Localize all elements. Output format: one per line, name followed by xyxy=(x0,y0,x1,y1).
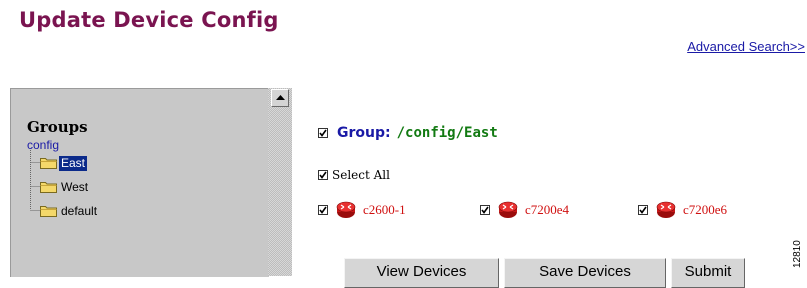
device-checkbox[interactable] xyxy=(480,205,490,215)
device-checkbox[interactable] xyxy=(318,205,328,215)
advanced-search-link[interactable]: Advanced Search>> xyxy=(687,39,805,54)
view-devices-button[interactable]: View Devices xyxy=(344,258,499,288)
tree-item-label: default xyxy=(61,203,98,218)
device-name[interactable]: c7200e6 xyxy=(683,202,727,218)
folder-icon xyxy=(40,182,57,193)
group-checkbox[interactable] xyxy=(318,128,328,138)
submit-button[interactable]: Submit xyxy=(671,258,745,288)
tree-item-east[interactable]: East xyxy=(40,155,88,171)
select-all-checkbox[interactable] xyxy=(318,170,328,180)
tree-item-label: West xyxy=(61,179,89,194)
router-icon xyxy=(656,201,676,218)
scroll-up-button[interactable] xyxy=(271,89,289,107)
tree-item-label: East xyxy=(59,155,88,171)
device-item: c7200e4 xyxy=(480,201,569,219)
device-item: c2600-1 xyxy=(318,201,406,219)
device-item: c7200e6 xyxy=(638,201,727,219)
groups-heading: Groups xyxy=(27,118,88,136)
folder-icon xyxy=(40,158,57,169)
group-selection: Group: /config/East xyxy=(318,125,498,141)
side-figure-number: 12810 xyxy=(792,240,803,268)
device-name[interactable]: c2600-1 xyxy=(363,202,406,218)
checkmark-icon xyxy=(481,206,489,214)
checkmark-icon xyxy=(319,171,327,179)
page-title: Update Device Config xyxy=(19,8,279,32)
checkmark-icon xyxy=(319,129,327,137)
router-icon xyxy=(498,201,518,218)
group-path: /config/East xyxy=(396,125,498,141)
select-all-row: Select All xyxy=(318,168,390,182)
group-prefix: Group: xyxy=(337,125,391,141)
folder-icon xyxy=(40,206,57,217)
checkmark-icon xyxy=(319,206,327,214)
checkmark-icon xyxy=(639,206,647,214)
tree-item-default[interactable]: default xyxy=(40,203,99,219)
router-icon xyxy=(336,201,356,218)
device-name[interactable]: c7200e4 xyxy=(525,202,569,218)
groups-panel-scrollbar[interactable] xyxy=(268,88,292,276)
scroll-up-arrow-icon xyxy=(276,95,285,100)
tree-item-west[interactable]: West xyxy=(40,179,90,195)
save-devices-button[interactable]: Save Devices xyxy=(504,258,666,288)
device-checkbox[interactable] xyxy=(638,205,648,215)
select-all-label: Select All xyxy=(332,168,390,182)
